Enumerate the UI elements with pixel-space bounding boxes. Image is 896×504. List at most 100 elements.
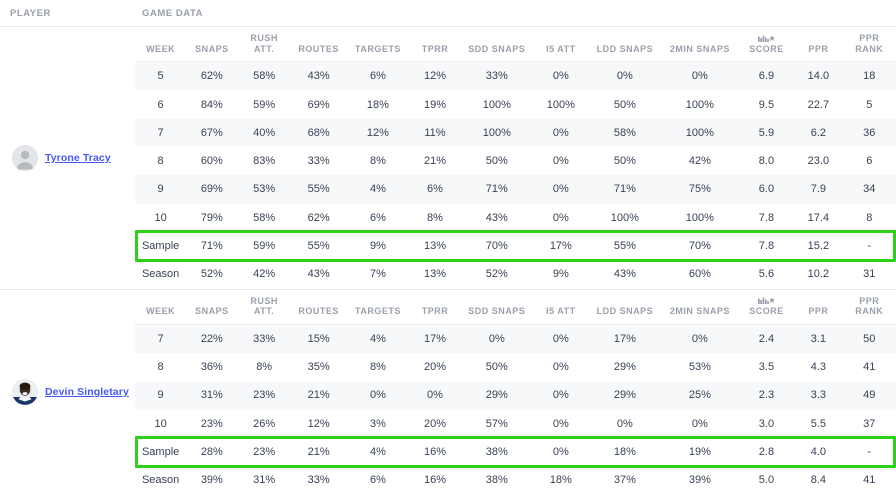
player-cell[interactable]: Tyrone Tracy — [0, 27, 135, 289]
cell-sdd: 50% — [460, 147, 534, 176]
stats-table: WEEK SNAPS RUSH ATT. ROUTES TARGETS TPRR SDD SN… — [135, 27, 896, 289]
column-header-i5[interactable]: I5 ATT — [533, 289, 589, 325]
cell-rush_att: 58% — [237, 61, 291, 91]
cell-targets: 3% — [346, 409, 410, 438]
column-header-label: SCORE — [749, 43, 784, 54]
column-header-line1: RUSH — [250, 33, 278, 43]
cell-rush_att: 33% — [237, 324, 291, 354]
cell-tprr: 13% — [409, 260, 461, 289]
column-header-ppr_rank[interactable]: PPR RANK — [842, 27, 896, 63]
cell-tprr: 16% — [409, 438, 461, 467]
cell-score: 2.4 — [738, 324, 795, 354]
column-header-label: LDD SNAPS — [596, 306, 654, 317]
cell-targets: 4% — [346, 438, 410, 467]
cell-ppr_rank: 36 — [842, 118, 896, 148]
column-header-score[interactable]: SCORE — [738, 289, 795, 325]
cell-targets: 4% — [346, 175, 410, 204]
cell-ppr: 8.4 — [794, 466, 843, 495]
cell-score: 5.9 — [738, 118, 795, 148]
cell-min2: 0% — [661, 324, 739, 354]
column-header-sdd[interactable]: SDD SNAPS — [460, 27, 534, 63]
cell-week: Season — [135, 466, 187, 495]
cell-sdd: 38% — [460, 438, 534, 467]
table-row[interactable]: 7 22% 33% 15% 4% 17% 0% 0% 17% 0% 2.4 3.1 50 — [135, 324, 896, 354]
table-row[interactable]: Sample 71% 59% 55% 9% 13% 70% 17% 55% 70% 7.8 15.2- — [135, 232, 896, 261]
stats-table-wrap: WEEK SNAPS RUSH ATT. ROUTES TARGETS TPRR SDD SN… — [135, 27, 896, 289]
cell-i5: 0% — [533, 61, 589, 91]
cell-ppr_rank: 49 — [842, 381, 896, 410]
cell-targets: 4% — [346, 324, 410, 354]
column-header-min2[interactable]: 2MIN SNAPS — [661, 27, 739, 63]
cell-i5: 0% — [533, 118, 589, 148]
column-header-tprr[interactable]: TPRR — [409, 27, 461, 63]
column-header-snaps[interactable]: SNAPS — [186, 289, 238, 325]
column-header-score[interactable]: SCORE — [738, 27, 795, 63]
player-cell[interactable]: Devin Singletary — [0, 289, 135, 495]
cell-min2: 100% — [661, 118, 739, 148]
table-row[interactable]: Season 39% 31% 33% 6% 16% 38% 18% 37% 39% 5.0 8.4 41 — [135, 466, 896, 495]
column-header-routes[interactable]: ROUTES — [290, 27, 347, 63]
column-header-tprr[interactable]: TPRR — [409, 289, 461, 325]
column-header-ppr[interactable]: PPR — [794, 27, 843, 63]
cell-score: 2.8 — [738, 438, 795, 467]
cell-i5: 0% — [533, 175, 589, 204]
cell-ppr_rank: 41 — [842, 353, 896, 382]
cell-score: 5.6 — [738, 260, 795, 289]
cell-score: 3.5 — [738, 353, 795, 382]
table-row[interactable]: 8 60% 83% 33% 8% 21% 50% 0% 50% 42% 8.0 23.0 6 — [135, 147, 896, 176]
column-header-ldd[interactable]: LDD SNAPS — [588, 289, 662, 325]
column-header-line2: RANK — [855, 43, 884, 54]
column-header-ppr_rank[interactable]: PPR RANK — [842, 289, 896, 325]
table-row[interactable]: 8 36% 8% 35% 8% 20% 50% 0% 29% 53% 3.5 4.3 41 — [135, 353, 896, 382]
table-row[interactable]: 10 79% 58% 62% 6% 8% 43% 0% 100% 100% 7.8 17.4 8 — [135, 203, 896, 232]
cell-i5: 18% — [533, 466, 589, 495]
cell-ppr_rank: 37 — [842, 409, 896, 438]
stats-table: WEEK SNAPS RUSH ATT. ROUTES TARGETS TPRR SDD SN… — [135, 289, 896, 495]
column-header-ppr[interactable]: PPR — [794, 289, 843, 325]
cell-snaps: 23% — [186, 409, 238, 438]
column-header-week[interactable]: WEEK — [135, 289, 187, 325]
cell-ppr: 23.0 — [794, 147, 843, 176]
table-row[interactable]: Sample 28% 23% 21% 4% 16% 38% 0% 18% 19% 2.8 4.0- — [135, 438, 896, 467]
table-row[interactable]: 9 31% 23% 21% 0% 0% 29% 0% 29% 25% 2.3 3.3 49 — [135, 381, 896, 410]
table-row[interactable]: 9 69% 53% 55% 4% 6% 71% 0% 71% 75% 6.0 7.9 34 — [135, 175, 896, 204]
cell-ldd: 17% — [588, 324, 662, 354]
cell-targets: 8% — [346, 147, 410, 176]
column-header-label: SNAPS — [195, 306, 229, 317]
cell-snaps: 79% — [186, 203, 238, 232]
table-top-header: PLAYER GAME DATA — [0, 0, 896, 27]
cell-ppr: 7.9 — [794, 175, 843, 204]
cell-routes: 35% — [290, 353, 347, 382]
column-header-i5[interactable]: I5 ATT — [533, 27, 589, 63]
cell-score: 6.9 — [738, 61, 795, 91]
cell-sdd: 38% — [460, 466, 534, 495]
column-header-line2: RANK — [855, 306, 884, 317]
column-header-targets[interactable]: TARGETS — [346, 27, 410, 63]
player-column-header: PLAYER — [10, 7, 51, 19]
cell-i5: 0% — [533, 353, 589, 382]
cell-i5: 17% — [533, 232, 589, 261]
cell-min2: 70% — [661, 232, 739, 261]
column-header-snaps[interactable]: SNAPS — [186, 27, 238, 63]
column-header-rush_att[interactable]: RUSH ATT. — [237, 289, 291, 325]
cell-ppr_rank: 6 — [842, 147, 896, 176]
table-row[interactable]: Season 52% 42% 43% 7% 13% 52% 9% 43% 60% 5.6 10.2 31 — [135, 260, 896, 289]
cell-snaps: 69% — [186, 175, 238, 204]
player-name-link[interactable]: Tyrone Tracy — [45, 152, 111, 164]
column-header-rush_att[interactable]: RUSH ATT. — [237, 27, 291, 63]
column-header-routes[interactable]: ROUTES — [290, 289, 347, 325]
table-row[interactable]: 5 62% 58% 43% 6% 12% 33% 0% 0% 0% 6.9 14.0 18 — [135, 61, 896, 91]
column-header-week[interactable]: WEEK — [135, 27, 187, 63]
column-header-ldd[interactable]: LDD SNAPS — [588, 27, 662, 63]
table-row[interactable]: 10 23% 26% 12% 3% 20% 57% 0% 0% 0% 3.0 5.5 37 — [135, 409, 896, 438]
table-row[interactable]: 7 67% 40% 68% 12% 11% 100% 0% 58% 100% 5.9 6.2 36 — [135, 118, 896, 148]
table-row[interactable]: 6 84% 59% 69% 18% 19% 100% 100% 50% 100% 9.5 22.7 5 — [135, 90, 896, 119]
cell-targets: 6% — [346, 466, 410, 495]
column-header-targets[interactable]: TARGETS — [346, 289, 410, 325]
column-header-sdd[interactable]: SDD SNAPS — [460, 289, 534, 325]
cell-min2: 100% — [661, 203, 739, 232]
column-header-min2[interactable]: 2MIN SNAPS — [661, 289, 739, 325]
player-name-link[interactable]: Devin Singletary — [45, 386, 129, 398]
placeholder-person-icon — [12, 144, 38, 171]
cell-targets: 12% — [346, 118, 410, 148]
